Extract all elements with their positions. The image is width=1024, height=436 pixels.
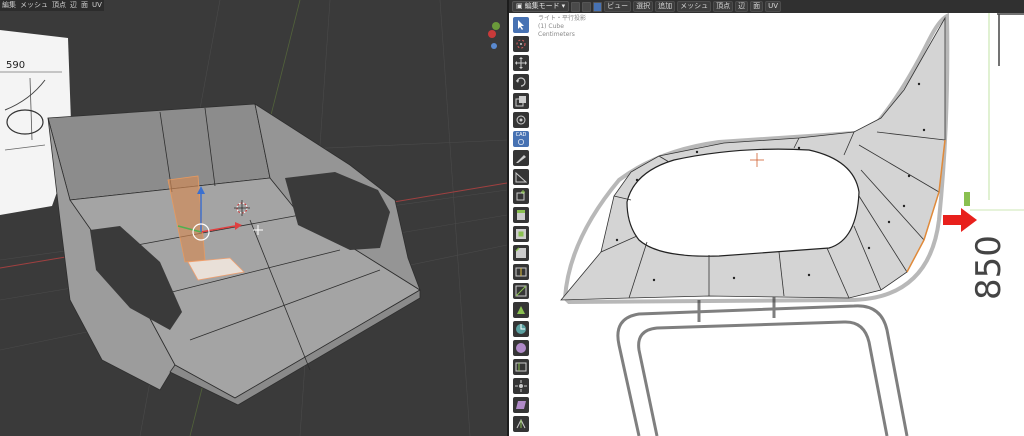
transform-icon (516, 115, 526, 125)
edge-select-button[interactable] (582, 1, 592, 12)
object-name: (1) Cube (538, 23, 564, 30)
menu-face[interactable]: 面 (81, 0, 88, 11)
tool-move[interactable] (513, 55, 529, 71)
tool-rotate[interactable] (513, 74, 529, 90)
chevron-down-icon: ▾ (561, 2, 566, 10)
poly-build-icon (517, 306, 525, 314)
mode-label: 編集モード (524, 2, 560, 10)
unit-name: Centimeters (538, 31, 575, 38)
red-pointer-arrow-icon (943, 208, 977, 232)
menu-mesh[interactable]: メッシュ (20, 0, 48, 11)
menu-vertex[interactable]: 頂点 (52, 0, 66, 11)
select-box-icon (518, 20, 524, 30)
menu-edit[interactable]: 編集 (2, 0, 16, 11)
menu-add[interactable]: 追加 (655, 1, 676, 12)
tool-shrink-fatten[interactable] (513, 378, 529, 394)
menu-select[interactable]: 選択 (633, 1, 654, 12)
scale-icon (515, 96, 526, 107)
tool-inset[interactable] (513, 226, 529, 242)
loop-cut-icon (515, 267, 527, 277)
smooth-icon (516, 343, 526, 353)
tool-transform[interactable] (513, 112, 529, 128)
left-menu-bar: 編集 メッシュ 頂点 辺 面 UV (0, 0, 104, 11)
menu-uv[interactable]: UV (765, 1, 782, 12)
reference-dimension-850: 850 (969, 235, 1009, 300)
annotate-icon (516, 155, 526, 163)
tool-measure[interactable] (513, 169, 529, 185)
cursor-icon (516, 39, 526, 49)
add-cube-icon (516, 190, 525, 201)
tool-rip[interactable] (513, 416, 529, 432)
inset-icon (516, 229, 526, 239)
cad-snap-icon (518, 138, 524, 145)
menu-uv[interactable]: UV (92, 0, 102, 11)
vertex-select-button[interactable] (571, 1, 581, 12)
tool-add-cube[interactable] (513, 188, 529, 204)
tool-edge-slide[interactable] (513, 359, 529, 375)
edge-slide-icon (515, 362, 527, 372)
chair-side-mesh (560, 16, 946, 301)
menu-edge[interactable]: 辺 (735, 1, 749, 12)
tool-knife[interactable] (513, 283, 529, 299)
mode-dropdown[interactable]: ▣ 編集モード ▾ (512, 1, 570, 12)
tool-poly-build[interactable] (513, 302, 529, 318)
dimension-line (997, 13, 1024, 66)
view-name: ライト・平行投影 (538, 15, 587, 22)
menu-view[interactable]: ビュー (604, 1, 632, 12)
move-icon (515, 57, 527, 69)
menu-face[interactable]: 面 (750, 1, 764, 12)
tool-select-box[interactable] (513, 17, 529, 33)
origin-marker (964, 192, 970, 206)
shear-icon (516, 401, 526, 409)
menu-vertex[interactable]: 頂点 (713, 1, 734, 12)
viewport-info-overlay: ライト・平行投影 (1) Cube Centimeters (538, 15, 586, 39)
measure-icon (515, 171, 527, 183)
edit-mode-icon: ▣ (516, 2, 523, 10)
spin-icon (516, 324, 526, 334)
tool-shelf: CAD (513, 17, 529, 435)
rip-icon (516, 418, 526, 429)
navigation-gizmo (488, 22, 500, 49)
tool-annotate[interactable] (513, 150, 529, 166)
tool-smooth[interactable] (513, 340, 529, 356)
bevel-icon (515, 247, 526, 258)
tool-bevel[interactable] (513, 245, 529, 261)
reference-dimension-590: 590 (6, 60, 26, 71)
face-select-button[interactable] (593, 1, 603, 12)
tool-scale[interactable] (513, 93, 529, 109)
shrink-fatten-icon (515, 380, 527, 392)
tool-extrude[interactable] (513, 207, 529, 223)
knife-icon (515, 285, 527, 297)
left-3d-viewport[interactable]: 編集 メッシュ 頂点 辺 面 UV 590 (0, 0, 507, 436)
tool-shear[interactable] (513, 397, 529, 413)
rotate-icon (516, 77, 526, 87)
menu-mesh[interactable]: メッシュ (677, 1, 712, 12)
perspective-scene (0, 0, 507, 436)
viewport-header: ▣ 編集モード ▾ ビュー 選択 追加 メッシュ 頂点 辺 面 UV (509, 0, 1024, 13)
tool-spin[interactable] (513, 321, 529, 337)
tool-loop-cut[interactable] (513, 264, 529, 280)
tool-cursor[interactable] (513, 36, 529, 52)
reference-chair-legs (616, 296, 909, 436)
menu-edge[interactable]: 辺 (70, 0, 77, 11)
tool-cad-snap[interactable]: CAD (513, 131, 529, 147)
extrude-icon (517, 210, 525, 220)
